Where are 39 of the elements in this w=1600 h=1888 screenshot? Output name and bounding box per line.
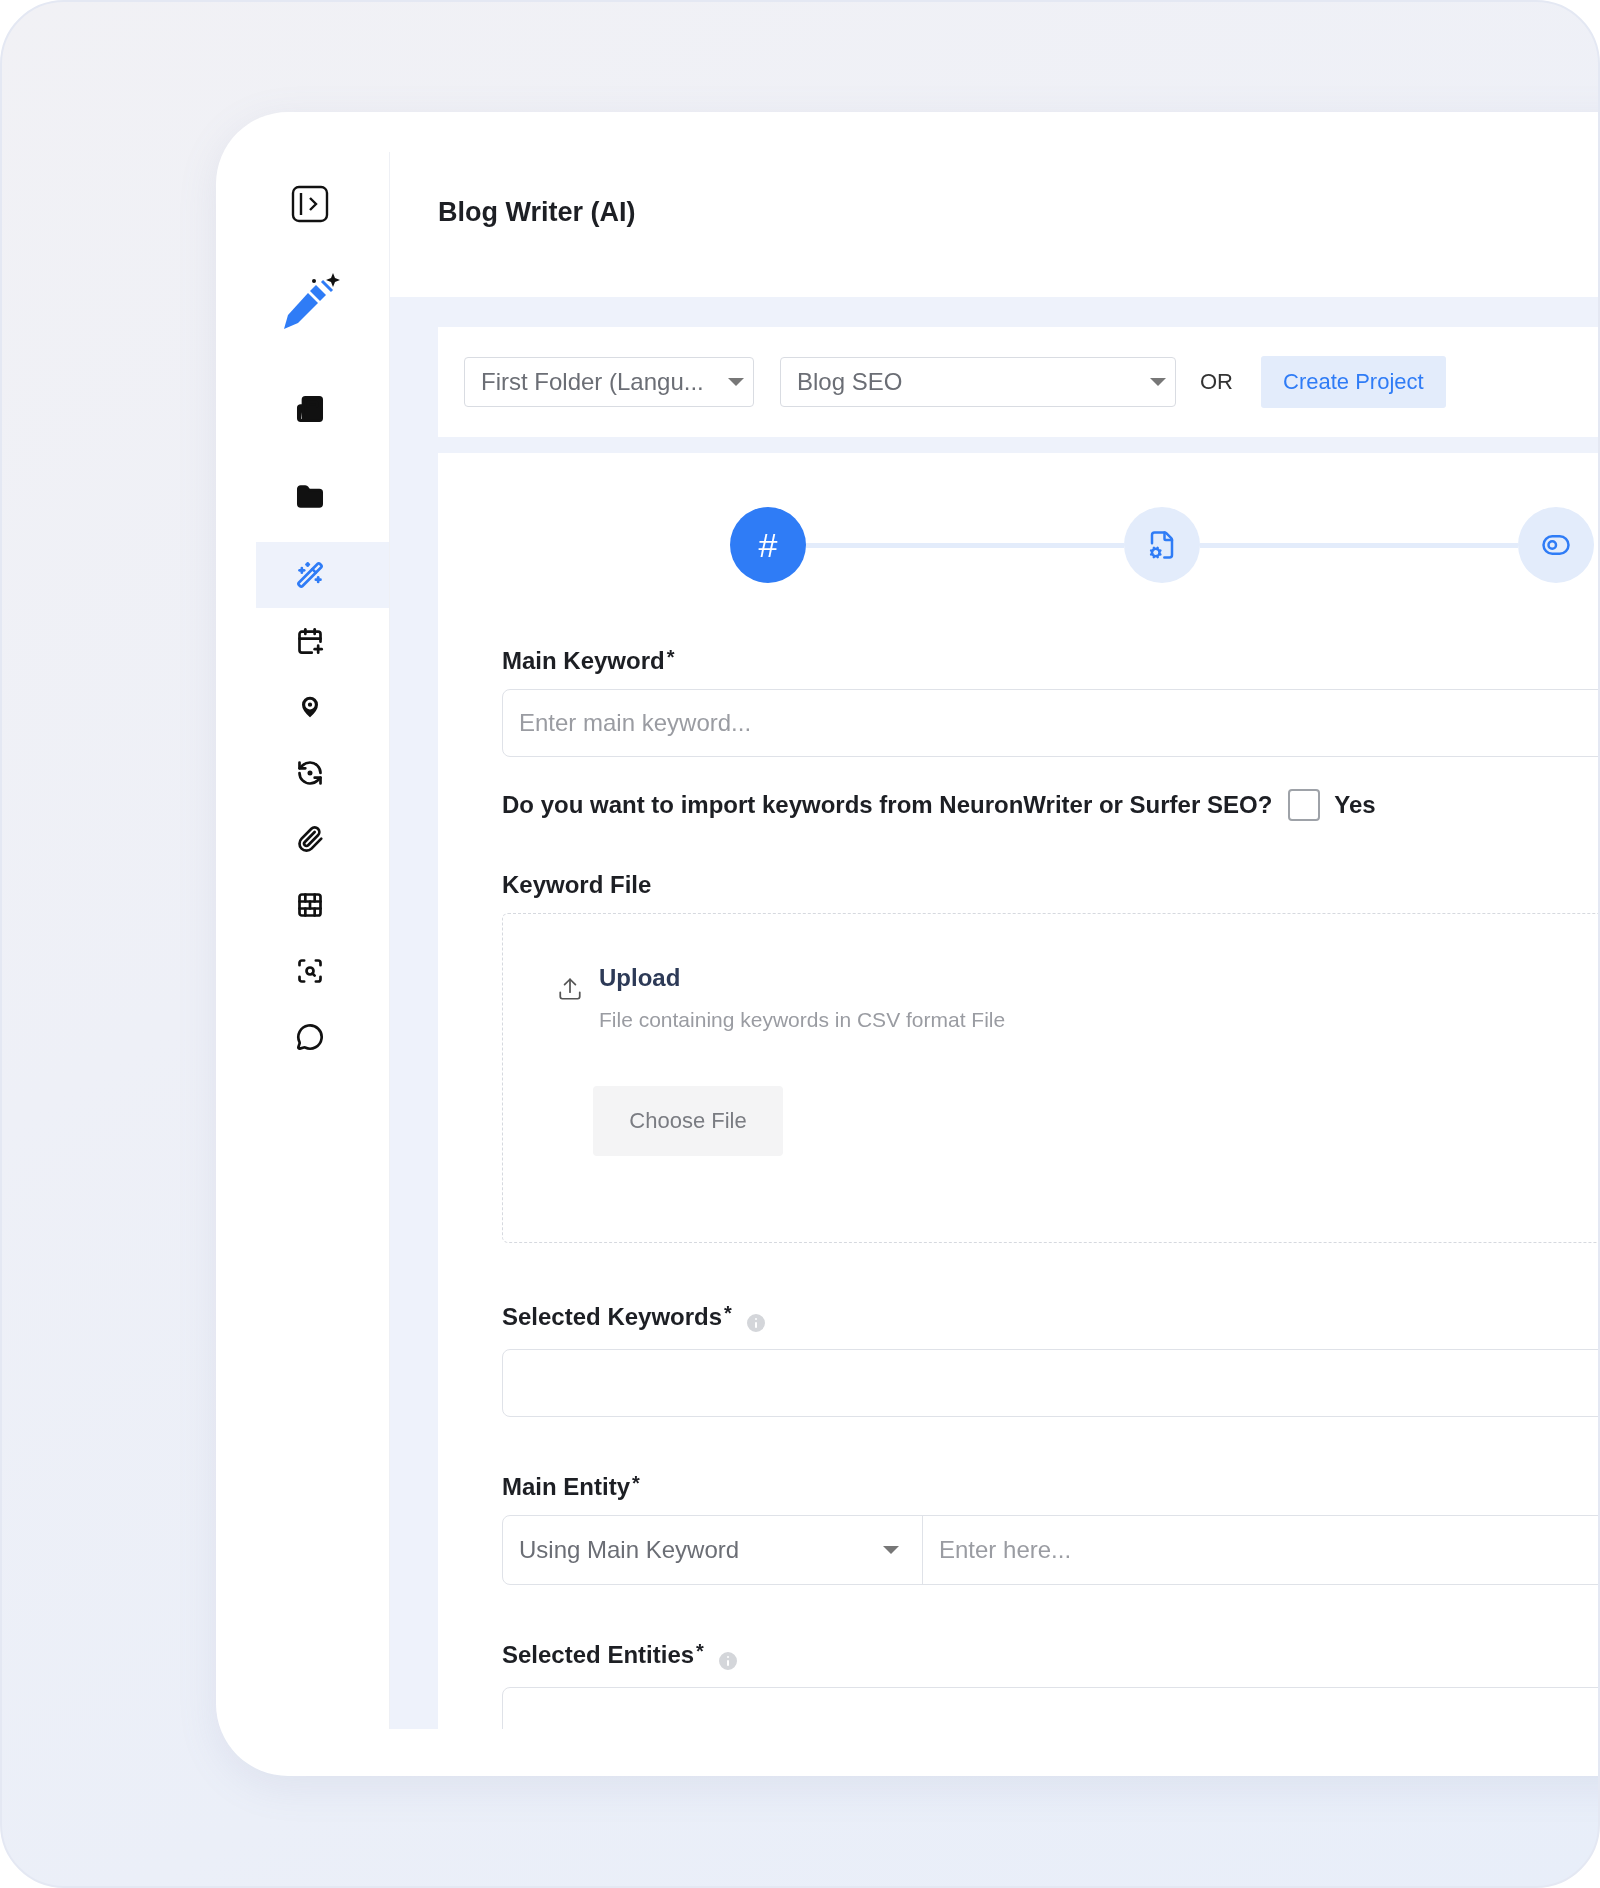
or-text: OR — [1200, 369, 1233, 395]
selected-keywords-field[interactable] — [502, 1349, 1598, 1417]
chat-bubble-icon — [295, 1023, 324, 1051]
main-entity-field[interactable]: Using Main Keyword Enter here... — [502, 1515, 1598, 1585]
sidebar-toggle-icon — [290, 185, 329, 223]
entity-select[interactable]: Using Main Keyword — [519, 1536, 740, 1564]
create-project-button[interactable]: Create Project — [1261, 356, 1446, 408]
field-label: Main Entity — [502, 1473, 630, 1501]
page-title: Blog Writer (AI) — [438, 197, 636, 228]
project-select[interactable]: Blog SEO — [780, 357, 1176, 407]
magic-wand-icon — [295, 561, 324, 589]
checkbox-label: Yes — [1334, 791, 1376, 819]
caret-icon — [1149, 377, 1167, 387]
scan-search-icon — [295, 957, 324, 985]
upload-hint: File containing keywords in CSV format File — [599, 1008, 1006, 1032]
choose-file-button[interactable]: Choose File — [593, 1086, 783, 1156]
required-mark: * — [632, 1473, 640, 1493]
field-label: Selected Entities — [502, 1641, 695, 1669]
main-keyword-field[interactable]: Enter main keyword... — [502, 689, 1598, 757]
step-indicator[interactable]: # — [730, 507, 806, 583]
paperclip-icon — [295, 825, 324, 853]
import-question: Do you want to import keywords from NeuronWriter or Surfer SEO? — [502, 791, 1273, 819]
folder-icon — [295, 483, 324, 511]
refresh-icon — [295, 759, 324, 787]
caret-icon — [727, 377, 745, 387]
upload-icon — [557, 976, 583, 1002]
required-mark: * — [666, 647, 675, 667]
upload-dropzone[interactable]: Upload File containing keywords in CSV format File Choose File — [502, 913, 1598, 1243]
brick-wall-icon — [295, 891, 324, 919]
import-checkbox[interactable] — [1288, 789, 1321, 821]
required-mark: * — [724, 1303, 732, 1323]
calendar-plus-icon — [295, 627, 324, 655]
required-mark: * — [696, 1641, 704, 1661]
upload-title: Upload — [599, 964, 681, 992]
field-label: Main Keyword — [502, 647, 665, 675]
field-label: Selected Keywords — [502, 1303, 723, 1331]
caret-icon — [882, 1545, 900, 1555]
folder-select[interactable]: First Folder (Langu... — [464, 357, 754, 407]
field-label: Keyword File — [502, 871, 652, 899]
